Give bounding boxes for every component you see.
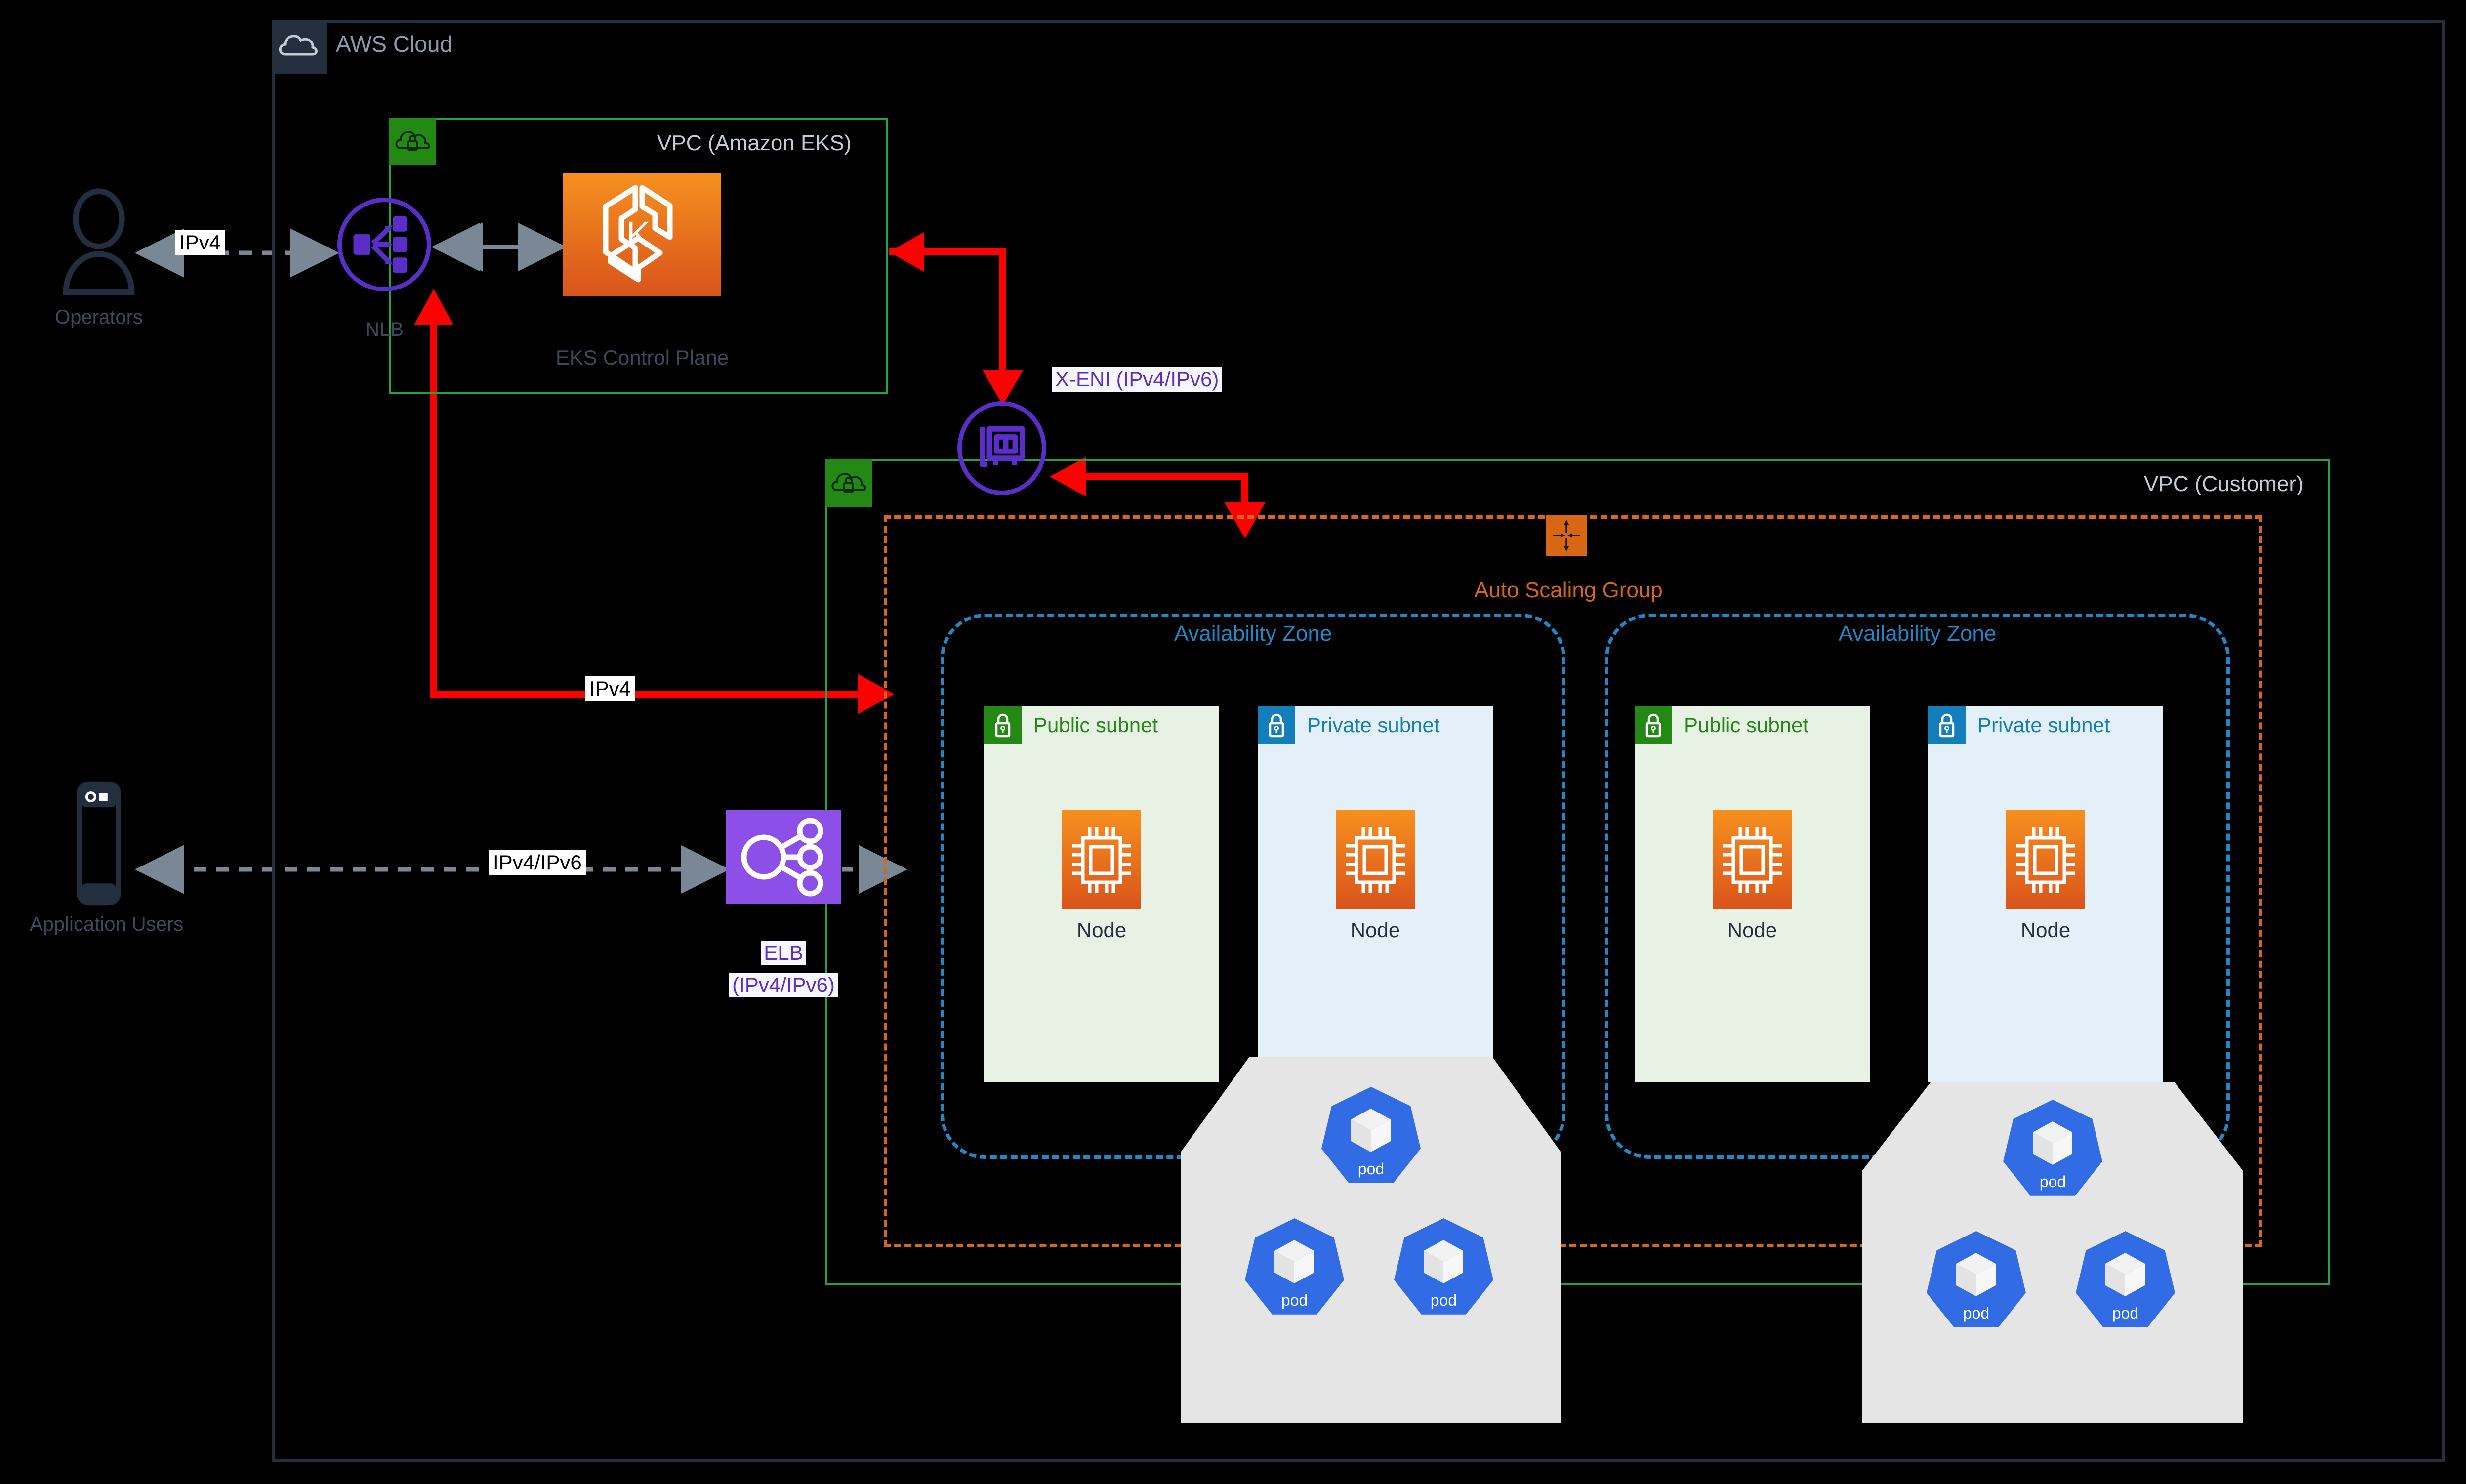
pod-cube-glyph [1274,1240,1314,1283]
pod-item: pod [1393,1218,1494,1319]
pod-cube-glyph [2033,1121,2072,1165]
node-az2-private: Node [1928,810,2163,942]
vpc-lock-cloud-icon [825,459,872,507]
pod-item: pod [1244,1218,1345,1319]
pod-cube-glyph [1351,1109,1391,1152]
x-eni-label: X-ENI (IPv4/IPv6) [1052,367,1222,392]
pod-item: pod [2002,1100,2103,1201]
node-label: Node [1076,918,1127,942]
elastic-load-balancer-icon [726,810,841,904]
public-subnet-az1: Public subnet Node [984,706,1219,1082]
lock-icon [1258,706,1295,744]
ec2-node-chip-icon [2006,810,2085,909]
node-label: Node [1350,918,1400,942]
lock-icon [1928,706,1966,744]
pod-label: pod [2039,1173,2066,1191]
application-users-actor: Application Users [30,781,184,936]
private-subnet-az1: Private subnet Node [1258,706,1493,1082]
auto-scaling-group-icon [1546,515,1587,556]
eks-control-plane-label: EKS Control Plane [555,346,729,369]
node-az1-public: Node [984,810,1219,942]
public-subnet-az2-label: Public subnet [1684,713,1809,737]
mobile-device-icon [77,781,121,906]
network-load-balancer-icon [337,198,431,291]
availability-zone-1-label: Availability Zone [1174,621,1332,646]
pod-item: pod [2075,1231,2176,1332]
vpc-customer-label: VPC (Customer) [2144,472,2303,496]
ec2-node-chip-icon [1713,810,1792,909]
flow-label-ipv4-operators: IPv4 [175,230,225,255]
private-subnet-az2: Private subnet Node [1928,706,2163,1082]
ec2-node-chip-icon [1062,810,1141,909]
auto-scaling-group-label: Auto Scaling Group [1474,578,1663,602]
elb-label-line1: ELB [726,941,841,965]
public-subnet-az1-label: Public subnet [1033,713,1158,737]
node-az2-public: Node [1635,810,1870,942]
private-subnet-az2-label: Private subnet [1977,713,2110,737]
private-subnet-az1-label: Private subnet [1307,713,1440,737]
pod-label: pod [2112,1304,2139,1322]
pod-item: pod [1926,1231,2027,1332]
pod-label: pod [1281,1291,1308,1309]
flow-label-ipv4-nlb-az: IPv4 [585,676,635,701]
pod-cube-glyph [1956,1253,1996,1296]
pod-label: pod [1357,1160,1385,1178]
pod-item: pod [1320,1087,1422,1188]
pod-group-az2: pod pod pod [1862,1082,2243,1423]
availability-zone-2-label: Availability Zone [1838,621,1997,646]
aws-cloud-icon [272,20,327,74]
nlb-label: NLB [365,319,404,340]
flow-label-ipv4-ipv6-users: IPv4/IPv6 [489,850,586,875]
svg-text:K: K [626,214,650,255]
aws-cloud-label: AWS Cloud [336,31,453,57]
pod-label: pod [1963,1304,1990,1322]
eks-kubernetes-icon: K [563,173,721,296]
operators-actor: Operators [30,188,168,329]
node-label: Node [2020,918,2071,942]
lock-icon [1635,706,1672,744]
node-az1-private: Node [1258,810,1493,942]
ec2-node-chip-icon [1336,810,1415,909]
public-subnet-az2: Public subnet Node [1635,706,1870,1082]
lock-icon [984,706,1022,744]
pod-label: pod [1430,1291,1457,1309]
node-label: Node [1727,918,1777,942]
pod-cube-glyph [2105,1253,2145,1296]
vpc-lock-cloud-icon [389,118,436,165]
elastic-network-interface-icon [957,401,1046,495]
application-users-label: Application Users [30,913,184,935]
pod-group-az1: pod pod pod [1181,1057,1561,1423]
vpc-eks-label: VPC (Amazon EKS) [657,131,852,155]
pod-cube-glyph [1424,1240,1463,1283]
diagram-canvas: AWS Cloud VPC (Amazon EKS) VPC (Customer… [0,0,2466,1484]
user-icon [63,188,135,295]
operators-label: Operators [55,306,143,328]
elb-label-line2: (IPv4/IPv6) [682,973,885,997]
